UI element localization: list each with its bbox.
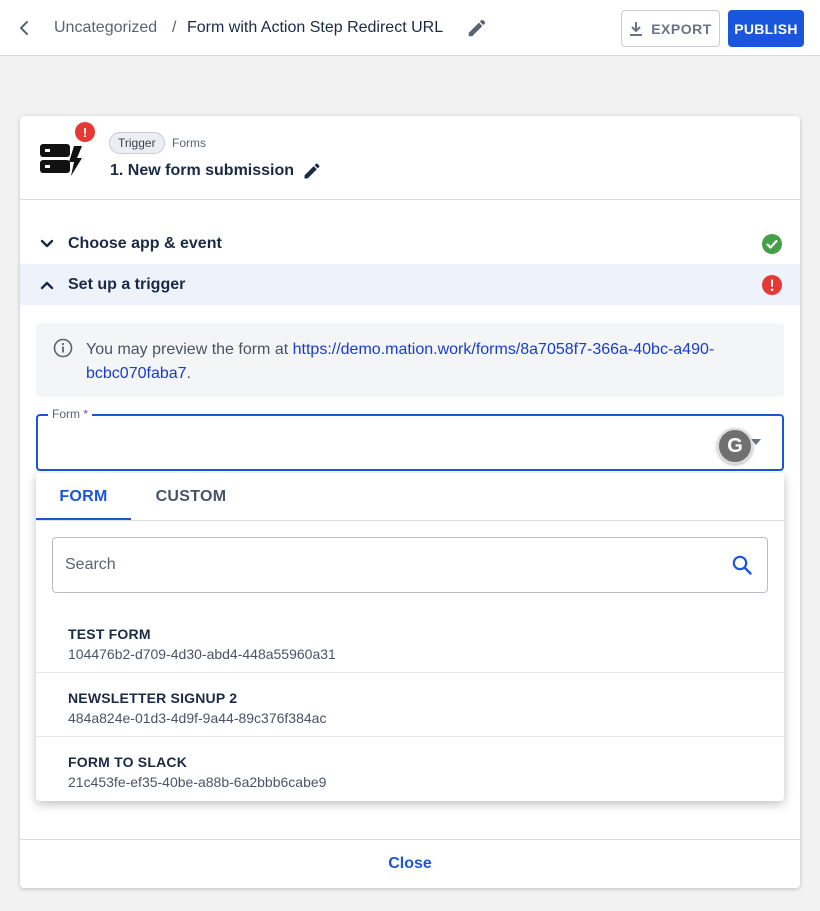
divider bbox=[36, 520, 784, 521]
page-title: Form with Action Step Redirect URL bbox=[187, 19, 444, 36]
form-name: NEWSLETTER SIGNUP 2 bbox=[68, 690, 238, 706]
info-message: You may preview the form at bbox=[86, 341, 293, 358]
forms-app-icon bbox=[38, 138, 84, 178]
back-arrow-icon[interactable] bbox=[10, 14, 38, 42]
search-box bbox=[52, 537, 768, 593]
form-id: 21c453fe-ef35-40be-a88b-6a2bbb6cabe9 bbox=[68, 774, 327, 790]
grammarly-icon[interactable]: G bbox=[717, 428, 753, 464]
list-item[interactable]: FORM TO SLACK 21c453fe-ef35-40be-a88b-6a… bbox=[36, 737, 784, 801]
form-id: 104476b2-d709-4d30-abd4-448a55960a31 bbox=[68, 646, 336, 662]
publish-button[interactable]: PUBLISH bbox=[728, 10, 804, 47]
download-icon bbox=[630, 21, 643, 36]
section-set-up-trigger[interactable]: Set up a trigger bbox=[20, 264, 800, 305]
form-name: TEST FORM bbox=[68, 626, 151, 642]
error-circle-icon bbox=[762, 274, 782, 295]
step-title: 1. New form submission bbox=[110, 162, 295, 179]
info-text: You may preview the form at https://demo… bbox=[86, 338, 766, 386]
close-button[interactable]: Close bbox=[20, 840, 800, 888]
top-bar: Uncategorized / Form with Action Step Re… bbox=[0, 0, 820, 56]
edit-step-pencil-icon[interactable] bbox=[302, 161, 324, 183]
list-item[interactable]: NEWSLETTER SIGNUP 2 484a824e-01d3-4d9f-9… bbox=[36, 673, 784, 737]
app-name: Forms bbox=[172, 136, 206, 150]
edit-title-pencil-icon[interactable] bbox=[466, 17, 488, 39]
chevron-down-icon bbox=[40, 239, 54, 247]
section-choose-app-event[interactable]: Choose app & event bbox=[20, 223, 800, 264]
preview-info-box: You may preview the form at https://demo… bbox=[36, 323, 784, 397]
section-label: Set up a trigger bbox=[68, 275, 186, 293]
info-circle-icon bbox=[53, 338, 73, 358]
export-label: EXPORT bbox=[651, 20, 712, 37]
check-circle-icon bbox=[762, 233, 782, 254]
form-picker-dropdown: FORM CUSTOM TEST FORM 104476b2-d709-4d30… bbox=[36, 473, 784, 801]
form-select-field[interactable]: Form * G bbox=[36, 407, 784, 471]
form-field-label: Form * bbox=[48, 407, 92, 421]
section-label: Choose app & event bbox=[68, 234, 222, 252]
trigger-chip: Trigger bbox=[109, 132, 165, 154]
info-suffix: . bbox=[186, 365, 191, 382]
breadcrumb-separator: / bbox=[172, 19, 177, 36]
tab-custom[interactable]: CUSTOM bbox=[141, 473, 241, 520]
chevron-up-icon bbox=[40, 281, 54, 289]
step-alert-badge: ! bbox=[75, 122, 95, 142]
breadcrumb-parent[interactable]: Uncategorized bbox=[54, 18, 157, 38]
search-icon[interactable] bbox=[731, 554, 753, 576]
divider bbox=[20, 199, 800, 200]
export-button[interactable]: EXPORT bbox=[621, 10, 720, 47]
search-input[interactable] bbox=[65, 538, 715, 592]
tab-form[interactable]: FORM bbox=[36, 473, 131, 520]
form-id: 484a824e-01d3-4d9f-9a44-89c376f384ac bbox=[68, 710, 327, 726]
form-name: FORM TO SLACK bbox=[68, 754, 188, 770]
list-item[interactable]: TEST FORM 104476b2-d709-4d30-abd4-448a55… bbox=[36, 609, 784, 673]
